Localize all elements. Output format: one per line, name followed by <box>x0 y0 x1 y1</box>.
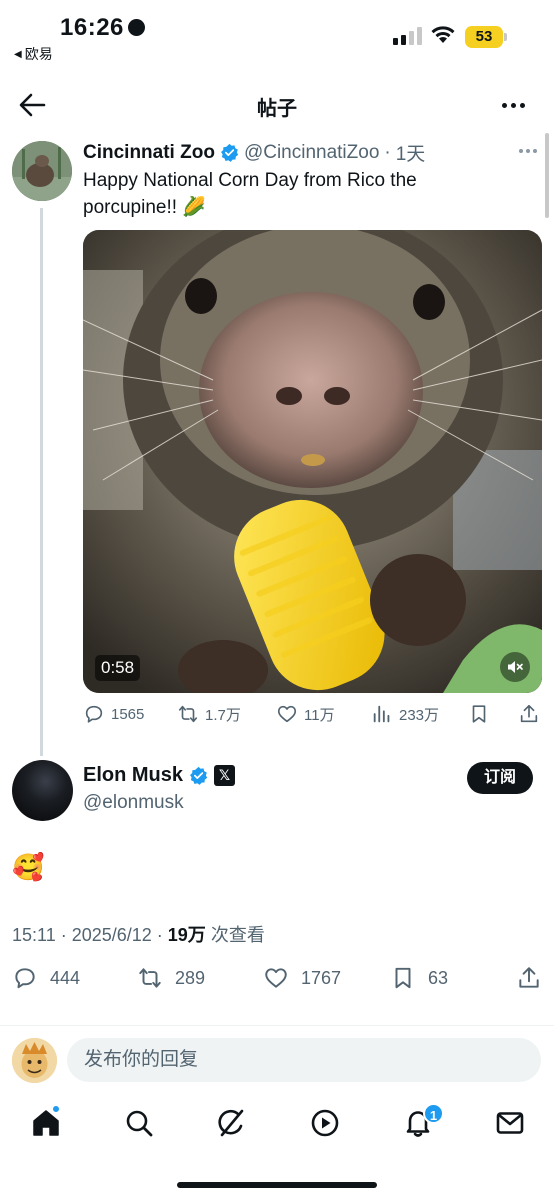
recording-dot-icon <box>128 19 145 36</box>
back-triangle-icon: ◀ <box>14 48 22 60</box>
author-name[interactable]: Cincinnati Zoo <box>83 142 215 164</box>
status-time: 16:26 <box>60 14 124 41</box>
zoo-avatar-image <box>12 141 72 201</box>
repost-button[interactable]: 289 <box>137 965 205 991</box>
battery-level: 53 <box>465 26 503 48</box>
reply-button[interactable]: 1565 <box>83 703 144 725</box>
reply-icon <box>15 968 35 989</box>
avatar[interactable] <box>12 141 72 201</box>
views-count: 233万 <box>399 706 440 724</box>
tweet-time: 1天 <box>395 144 426 165</box>
repost-button[interactable]: 1.7万 <box>177 703 241 725</box>
home-indicator[interactable] <box>177 1182 377 1188</box>
reply-count: 1565 <box>111 705 145 723</box>
search-icon[interactable] <box>123 1107 155 1139</box>
separator-dot: · <box>384 141 391 163</box>
like-button[interactable]: 11万 <box>276 703 335 725</box>
views-label: 次查看 <box>205 925 265 945</box>
tweet-text: 🥰 <box>12 853 45 883</box>
back-to-app-link[interactable]: ◀ 欧易 <box>14 44 53 64</box>
notification-badge: 1 <box>423 1103 444 1124</box>
dot <box>510 102 516 108</box>
subscribe-button[interactable]: 订阅 <box>467 762 533 794</box>
reply-input[interactable] <box>67 1038 541 1082</box>
dot <box>519 102 525 108</box>
share-icon <box>520 704 538 723</box>
analytics-icon <box>373 705 390 723</box>
quoted-tweet-actions: 1565 1.7万 11万 233万 <box>83 703 542 731</box>
main-tweet-actions: 444 289 1767 63 <box>0 965 554 997</box>
bookmark-button[interactable] <box>468 703 490 725</box>
header: 帖子 <box>0 80 554 130</box>
views-button[interactable]: 233万 <box>371 703 439 725</box>
views-count: 19万 <box>167 925 206 945</box>
user-avatar-image <box>12 1038 57 1083</box>
more-options-button[interactable] <box>498 92 528 118</box>
like-count: 11万 <box>304 706 335 724</box>
video-duration: 0:58 <box>95 655 141 681</box>
reply-button[interactable]: 444 <box>12 965 80 991</box>
author-name[interactable]: Elon Musk <box>83 764 183 787</box>
bookmark-button[interactable]: 63 <box>390 965 448 991</box>
heart-icon <box>265 968 287 988</box>
messages-icon[interactable] <box>494 1107 526 1139</box>
bookmark-icon <box>395 967 411 989</box>
bookmark-count: 63 <box>428 967 449 988</box>
battery-tip <box>504 33 507 41</box>
author-handle[interactable]: @elonmusk <box>83 792 184 814</box>
porcupine-video-frame <box>83 230 542 693</box>
scrollbar[interactable] <box>545 133 549 218</box>
tweet-more-icon[interactable] <box>519 149 537 153</box>
avatar[interactable] <box>12 1038 57 1083</box>
divider <box>0 1025 554 1026</box>
mute-icon[interactable] <box>500 652 530 682</box>
bottom-navigation <box>0 1095 554 1155</box>
share-button[interactable] <box>518 703 540 725</box>
back-app-label: 欧易 <box>24 46 53 62</box>
x-affiliation-icon: 𝕏 <box>214 765 236 786</box>
tweet-timestamp: 15:11 · 2025/6/12 · <box>12 925 168 945</box>
quoted-tweet-header: Cincinnati Zoo @CincinnatiZoo · 1天 <box>83 139 425 166</box>
heart-icon <box>277 705 297 723</box>
verified-badge-icon <box>190 766 208 785</box>
reply-icon <box>85 705 103 723</box>
share-icon <box>519 967 539 988</box>
new-posts-dot <box>52 1105 60 1113</box>
tweet-meta: 15:11 · 2025/6/12 · 19万 次查看 <box>12 921 265 947</box>
repost-icon <box>178 705 198 723</box>
video-icon[interactable] <box>309 1107 341 1139</box>
repost-count: 1.7万 <box>205 706 241 724</box>
like-button[interactable]: 1767 <box>263 965 341 991</box>
tweet-text: Happy National Corn Day from Rico the po… <box>83 170 417 218</box>
bookmark-icon <box>472 705 486 723</box>
repost-icon <box>139 968 161 988</box>
cellular-signal-icon <box>393 27 422 45</box>
like-count: 1767 <box>301 967 342 988</box>
reply-count: 444 <box>50 967 81 988</box>
status-bar: 16:26 ◀ 欧易 53 <box>0 0 554 70</box>
video-player[interactable] <box>83 230 542 693</box>
author-handle[interactable]: @CincinnatiZoo <box>244 142 379 164</box>
thread-connector-line <box>40 208 43 756</box>
main-tweet-header: Elon Musk 𝕏 <box>83 764 236 787</box>
dot <box>501 102 507 108</box>
repost-count: 289 <box>175 967 206 988</box>
page-title: 帖子 <box>257 98 297 120</box>
wifi-icon <box>431 26 455 43</box>
grok-icon[interactable] <box>216 1107 248 1139</box>
avatar[interactable] <box>12 760 73 821</box>
share-button[interactable] <box>516 965 542 991</box>
verified-badge-icon <box>220 143 239 162</box>
